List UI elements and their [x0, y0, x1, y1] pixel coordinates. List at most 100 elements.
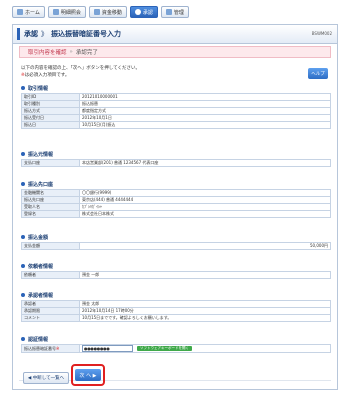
back-to-list-button[interactable]: ◀ 中断して一覧へ	[23, 372, 69, 384]
home-icon	[17, 9, 23, 15]
row-label: 支払金額	[21, 242, 80, 250]
transaction-table: 取引ID 20121010000001 取引種別 振込振替 振込方式 都度指定方式 振…	[21, 93, 331, 129]
screen-code: BSWM002	[311, 31, 332, 36]
step-next: 承認完了	[75, 50, 98, 56]
table-row: 登録名 株式会社日本株式	[21, 210, 331, 218]
row-value: 都度指定方式	[79, 107, 331, 115]
table-row: 振込方式 都度指定方式	[21, 107, 331, 115]
software-keyboard-button[interactable]: ソフトウェアキーボードを開く	[137, 346, 192, 351]
destination-table: 金融機関名 〇〇銀行(9999) 振込先口座 東京店(444) 普通 4444444…	[21, 189, 331, 218]
transfer-icon	[93, 9, 100, 15]
section-title: 依頼者情報	[21, 262, 331, 270]
row-label: 振込方式	[21, 107, 80, 115]
instruction-line-2: ※は必須入力項目です。	[21, 72, 140, 79]
tab-admin[interactable]: 管理	[160, 6, 189, 18]
row-value: 預金 一郎	[79, 271, 331, 279]
tab-label: 管理	[173, 9, 184, 16]
section-title: 振込金額	[21, 233, 331, 241]
password-row: ●●●●●●●● ソフトウェアキーボードを開く	[82, 345, 328, 352]
table-row: 振込先口座 東京店(444) 普通 4444444	[21, 196, 331, 204]
row-label: 取引種別	[21, 100, 80, 108]
tab-home[interactable]: ホーム	[12, 6, 45, 18]
row-value: 株式会社日本株式	[79, 210, 331, 218]
row-label: 振込日	[21, 121, 80, 129]
required-mark: ※	[56, 345, 60, 351]
step-current: 取引内容を確認	[28, 50, 67, 56]
row-value: 2012年10月14日 17時00分	[79, 307, 331, 315]
table-row: 受取人名 ｶﾌﾞｼｷｶﾞｲｼｬ	[21, 203, 331, 211]
table-row: 取引ID 20121010000001	[21, 93, 331, 101]
row-label: 振込先口座	[21, 196, 80, 204]
section-approver: 承認者情報 承認者 預金 太郎 承認期限 2012年10月14日 17時00分 コメ…	[21, 291, 331, 322]
table-row: 振込日 10月15日(月)振込	[21, 121, 331, 129]
section-source: 振込元情報 支払口座 本店営業部(201) 普通 1234567 代表口座	[21, 150, 331, 167]
row-label: 承認期限	[21, 307, 80, 315]
section-title-text: 認証情報	[28, 336, 49, 343]
table-row: 承認者 預金 太郎	[21, 300, 331, 308]
section-title-text: 振込元情報	[28, 151, 54, 158]
tab-label: 明細照会	[60, 9, 81, 16]
row-value: 預金 太郎	[79, 300, 331, 308]
header-section: 承認	[24, 30, 38, 38]
row-label: 承認者	[21, 300, 80, 308]
top-nav-tabs: ホーム 明細照会 資金移動 承認 管理	[12, 6, 189, 18]
table-row: 振込振替暗証番号※ ●●●●●●●● ソフトウェアキーボードを開く	[21, 344, 331, 353]
row-label: 受取人名	[21, 203, 80, 211]
table-row: コメント 10月15日までです。確認よろしくお願いします。	[21, 314, 331, 322]
tab-approval[interactable]: 承認	[129, 6, 158, 18]
row-value: 〇〇銀行(9999)	[79, 189, 331, 197]
row-value: 振込振替	[79, 100, 331, 108]
row-value: 10月15日(月)振込	[79, 121, 331, 129]
row-label: 登録名	[21, 210, 80, 218]
table-row: 振込受付日 2012年10月1日	[21, 114, 331, 122]
section-title: 承認者情報	[21, 291, 331, 299]
section-title-text: 取引情報	[28, 85, 49, 92]
tab-label: ホーム	[25, 9, 40, 16]
help-button[interactable]: ヘルプ	[308, 68, 328, 79]
row-value: 10月15日までです。確認よろしくお願いします。	[79, 314, 331, 322]
step-indicator: 取引内容を確認 » 承認完了	[19, 46, 331, 58]
section-title: 取引情報	[21, 84, 331, 92]
bullet-icon	[21, 152, 25, 156]
section-auth: 認証情報 振込振替暗証番号※ ●●●●●●●● ソフトウェアキーボードを開く	[21, 335, 331, 353]
section-title: 振込元情報	[21, 150, 331, 158]
bullet-icon	[21, 235, 25, 239]
table-row: 取引種別 振込振替	[21, 100, 331, 108]
section-transaction: 取引情報 取引ID 20121010000001 取引種別 振込振替 振込方式 都度指…	[21, 84, 331, 129]
row-value: ●●●●●●●● ソフトウェアキーボードを開く	[79, 344, 331, 353]
main-panel: 承認 》 振込振替暗証番号入力 BSWM002 取引内容を確認 » 承認完了 以…	[12, 24, 338, 390]
step-arrow: »	[69, 49, 73, 55]
check-icon	[134, 9, 141, 15]
row-label: 振込振替暗証番号※	[21, 344, 80, 353]
auth-table: 振込振替暗証番号※ ●●●●●●●● ソフトウェアキーボードを開く	[21, 344, 331, 353]
tab-transfer[interactable]: 資金移動	[88, 6, 127, 18]
row-label: 取引ID	[21, 93, 80, 101]
table-row: 支払金額 50,000円	[21, 242, 331, 250]
pin-input[interactable]: ●●●●●●●●	[82, 345, 133, 352]
row-label: 金融機関名	[21, 189, 80, 197]
section-title-text: 承認者情報	[28, 292, 54, 299]
tab-statement[interactable]: 明細照会	[47, 6, 86, 18]
requester-table: 依頼者 預金 一郎	[21, 271, 331, 279]
statement-icon	[52, 9, 59, 15]
instruction-line-1: 以下の内容を確認の上、「次へ」ボタンを押してください。	[21, 66, 140, 71]
header-separator: 》	[41, 30, 48, 38]
next-button[interactable]: 次 へ ▶	[75, 369, 101, 381]
approver-table: 承認者 預金 太郎 承認期限 2012年10月14日 17時00分 コメント 10月1…	[21, 300, 331, 322]
section-title: 振込先口座	[21, 180, 331, 188]
bullet-icon	[21, 337, 25, 341]
section-destination: 振込先口座 金融機関名 〇〇銀行(9999) 振込先口座 東京店(444) 普通 4…	[21, 180, 331, 218]
amount-value: 50,000円	[79, 242, 331, 250]
tab-label: 資金移動	[101, 9, 122, 16]
bullet-icon	[21, 182, 25, 186]
admin-icon	[165, 9, 172, 15]
section-requester: 依頼者情報 依頼者 預金 一郎	[21, 262, 331, 279]
auth-label: 振込振替暗証番号	[24, 345, 56, 351]
row-label: 依頼者	[21, 271, 80, 279]
row-label: コメント	[21, 314, 80, 322]
section-title-text: 依頼者情報	[28, 263, 54, 270]
section-amount: 振込金額 支払金額 50,000円	[21, 233, 331, 250]
section-title-text: 振込先口座	[28, 181, 54, 188]
header-accent-bar	[17, 28, 20, 40]
row-value: 20121010000001	[79, 93, 331, 101]
